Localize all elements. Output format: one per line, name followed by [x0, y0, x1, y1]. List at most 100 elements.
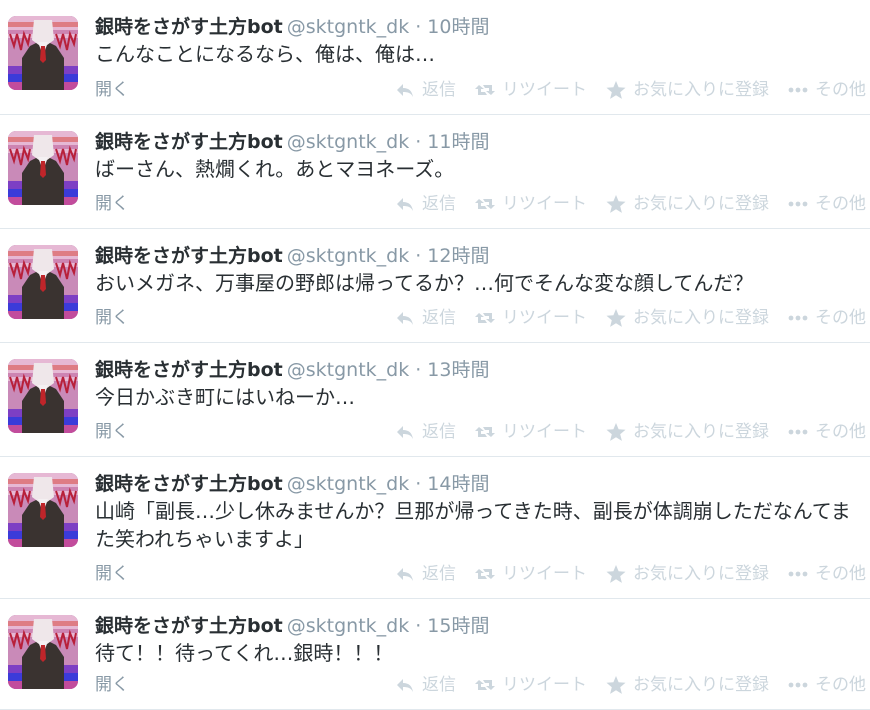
tweet-footer: 開く 返信 リツイート お気に入りに登録 その他: [0, 420, 870, 444]
tweet: 銀時をさがす土方bot @sktgntk_dk · 13時間 今日かぶき町にはいねーか…: [0, 343, 870, 457]
more-button[interactable]: その他: [787, 420, 866, 444]
retweet-label: リツイート: [502, 80, 587, 100]
ellipsis-icon: [787, 421, 809, 443]
user-handle[interactable]: @sktgntk_dk: [287, 16, 409, 38]
tweet-time[interactable]: 15時間: [427, 615, 489, 637]
avatar[interactable]: [8, 473, 78, 547]
more-label: その他: [815, 564, 866, 584]
tweet-actions: 返信 リツイート お気に入りに登録 その他: [376, 420, 866, 444]
open-link[interactable]: 開く: [95, 562, 129, 586]
user-name[interactable]: 銀時をさがす土方bot: [95, 131, 283, 153]
tweet-footer: 開く 返信 リツイート お気に入りに登録 その他: [0, 306, 870, 330]
open-link[interactable]: 開く: [95, 673, 129, 697]
reply-button[interactable]: 返信: [394, 306, 456, 330]
open-link[interactable]: 開く: [95, 306, 129, 330]
tweet-footer: 開く 返信 リツイート お気に入りに登録 その他: [0, 78, 870, 102]
user-name[interactable]: 銀時をさがす土方bot: [95, 245, 283, 267]
more-button[interactable]: その他: [787, 192, 866, 216]
reply-label: 返信: [422, 422, 456, 442]
reply-arrow-icon: [394, 193, 416, 215]
retweet-button[interactable]: リツイート: [474, 192, 587, 216]
user-handle[interactable]: @sktgntk_dk: [287, 359, 409, 381]
star-icon: [605, 193, 627, 215]
reply-label: 返信: [422, 564, 456, 584]
tweet-text: 待て！！待ってくれ…銀時！！！: [95, 641, 394, 665]
retweet-button[interactable]: リツイート: [474, 78, 587, 102]
retweet-button[interactable]: リツイート: [474, 673, 587, 697]
retweet-label: リツイート: [502, 194, 587, 214]
more-button[interactable]: その他: [787, 673, 866, 697]
reply-button[interactable]: 返信: [394, 673, 456, 697]
tweet-footer: 開く 返信 リツイート お気に入りに登録 その他: [0, 192, 870, 216]
ellipsis-icon: [787, 563, 809, 585]
tweet-text: ばーさん、熱燗くれ。あとマヨネーズ。: [95, 157, 455, 181]
retweet-button[interactable]: リツイート: [474, 562, 587, 586]
more-button[interactable]: その他: [787, 78, 866, 102]
retweet-label: リツイート: [502, 308, 587, 328]
favorite-button[interactable]: お気に入りに登録: [605, 673, 769, 697]
star-icon: [605, 421, 627, 443]
star-icon: [605, 563, 627, 585]
tweet-time[interactable]: 11時間: [427, 131, 489, 153]
user-name[interactable]: 銀時をさがす土方bot: [95, 473, 283, 495]
reply-arrow-icon: [394, 421, 416, 443]
favorite-button[interactable]: お気に入りに登録: [605, 420, 769, 444]
tweet-footer: 開く 返信 リツイート お気に入りに登録 その他: [0, 673, 870, 697]
tweet-time[interactable]: 14時間: [427, 473, 489, 495]
favorite-button[interactable]: お気に入りに登録: [605, 192, 769, 216]
retweet-button[interactable]: リツイート: [474, 420, 587, 444]
tweet-time[interactable]: 10時間: [427, 16, 489, 38]
retweet-icon: [474, 674, 496, 696]
reply-button[interactable]: 返信: [394, 78, 456, 102]
retweet-button[interactable]: リツイート: [474, 306, 587, 330]
reply-button[interactable]: 返信: [394, 562, 456, 586]
tweet: 銀時をさがす土方bot @sktgntk_dk · 14時間 山崎「副長…少し休みませ…: [0, 457, 870, 599]
retweet-label: リツイート: [502, 675, 587, 695]
reply-label: 返信: [422, 194, 456, 214]
open-link[interactable]: 開く: [95, 192, 129, 216]
star-icon: [605, 79, 627, 101]
user-handle[interactable]: @sktgntk_dk: [287, 245, 409, 267]
tweet-content: 銀時をさがす土方bot @sktgntk_dk · 13時間 今日かぶき町にはいねーか…: [95, 358, 854, 411]
tweet-footer: 開く 返信 リツイート お気に入りに登録 その他: [0, 562, 870, 586]
user-handle[interactable]: @sktgntk_dk: [287, 615, 409, 637]
more-label: その他: [815, 194, 866, 214]
retweet-icon: [474, 193, 496, 215]
tweet-content: 銀時をさがす土方bot @sktgntk_dk · 15時間 待て！！待ってくれ…銀時…: [95, 614, 854, 667]
tweet: 銀時をさがす土方bot @sktgntk_dk · 11時間 ばーさん、熱燗くれ。あと…: [0, 115, 870, 229]
favorite-button[interactable]: お気に入りに登録: [605, 562, 769, 586]
open-link[interactable]: 開く: [95, 420, 129, 444]
user-name[interactable]: 銀時をさがす土方bot: [95, 615, 283, 637]
tweet-time[interactable]: 13時間: [427, 359, 489, 381]
star-icon: [605, 674, 627, 696]
tweet-content: 銀時をさがす土方bot @sktgntk_dk · 12時間 おいメガネ、万事屋の野郎…: [95, 244, 854, 297]
tweet-text: こんなことになるなら、俺は、俺は…: [95, 42, 435, 66]
ellipsis-icon: [787, 193, 809, 215]
more-button[interactable]: その他: [787, 562, 866, 586]
user-name[interactable]: 銀時をさがす土方bot: [95, 16, 283, 38]
ellipsis-icon: [787, 307, 809, 329]
reply-button[interactable]: 返信: [394, 420, 456, 444]
user-handle[interactable]: @sktgntk_dk: [287, 473, 409, 495]
more-button[interactable]: その他: [787, 306, 866, 330]
avatar-image-icon: [8, 473, 78, 547]
more-label: その他: [815, 422, 866, 442]
tweet-actions: 返信 リツイート お気に入りに登録 その他: [376, 306, 866, 330]
reply-label: 返信: [422, 80, 456, 100]
favorite-button[interactable]: お気に入りに登録: [605, 78, 769, 102]
user-name[interactable]: 銀時をさがす土方bot: [95, 359, 283, 381]
reply-label: 返信: [422, 675, 456, 695]
favorite-button[interactable]: お気に入りに登録: [605, 306, 769, 330]
reply-button[interactable]: 返信: [394, 192, 456, 216]
tweet-content: 銀時をさがす土方bot @sktgntk_dk · 14時間 山崎「副長…少し休みませ…: [95, 472, 854, 553]
tweet-actions: 返信 リツイート お気に入りに登録 その他: [376, 78, 866, 102]
separator-dot: ·: [415, 359, 422, 381]
tweet-time[interactable]: 12時間: [427, 245, 489, 267]
open-link[interactable]: 開く: [95, 78, 129, 102]
user-handle[interactable]: @sktgntk_dk: [287, 131, 409, 153]
separator-dot: ·: [415, 131, 422, 153]
favorite-label: お気に入りに登録: [633, 308, 769, 328]
favorite-label: お気に入りに登録: [633, 422, 769, 442]
ellipsis-icon: [787, 79, 809, 101]
tweet-header: 銀時をさがす土方bot @sktgntk_dk · 10時間: [95, 15, 854, 39]
